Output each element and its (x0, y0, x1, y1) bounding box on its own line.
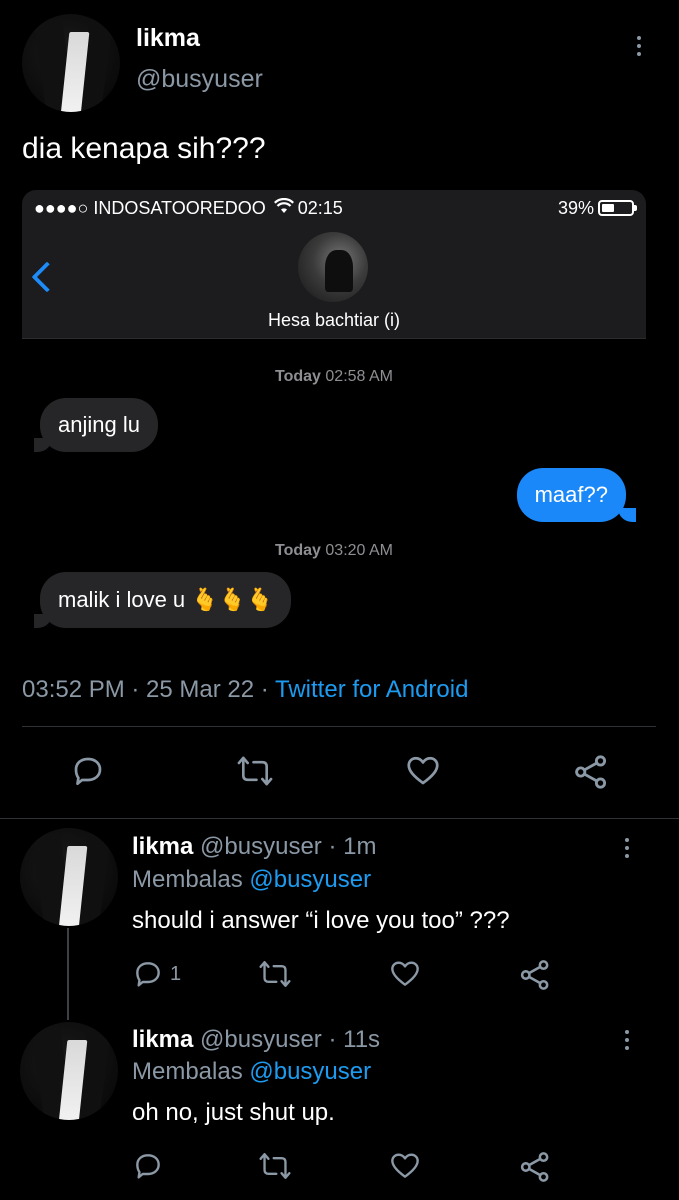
carrier-label: ●●●●○ INDOSATOOREDOO (34, 197, 266, 218)
retweet-button[interactable] (258, 958, 292, 990)
retweet-button[interactable] (258, 1150, 292, 1182)
reply-button[interactable]: 1 (132, 958, 181, 990)
replying-to-label: Membalas (132, 866, 250, 893)
share-button[interactable] (518, 958, 552, 992)
retweet-icon (236, 753, 274, 789)
author-handle[interactable]: @busyuser (136, 65, 263, 94)
heart-icon (388, 958, 422, 990)
reply-icon (70, 753, 106, 789)
more-icon[interactable] (634, 36, 644, 56)
replying-to-handle[interactable]: @busyuser (249, 1058, 371, 1085)
incoming-message-bubble: malik i love u 🫰🫰🫰 (40, 572, 292, 628)
share-button[interactable] (518, 1150, 552, 1184)
reply-count: 1 (170, 962, 182, 985)
contact-avatar[interactable] (298, 232, 368, 302)
replying-to-row: Membalas @busyuser (132, 1058, 371, 1086)
reply-handle-time[interactable]: @busyuser · 11s (200, 1026, 380, 1053)
retweet-icon (258, 1150, 292, 1182)
battery-percent: 39% (557, 197, 594, 218)
tweet-text: dia kenapa sih??? (22, 132, 266, 165)
reply-handle-time[interactable]: @busyuser · 1m (200, 833, 376, 860)
thread-connector-line (67, 928, 69, 1020)
divider (0, 818, 679, 819)
incoming-message-bubble: anjing lu (40, 398, 158, 452)
heart-icon (404, 753, 442, 789)
battery-icon (598, 200, 637, 216)
contact-name[interactable]: Hesa bachtiar (i) (22, 310, 646, 331)
like-button[interactable] (388, 1150, 422, 1182)
tweet-timestamp: 03:52 PM · 25 Mar 22 · (22, 676, 276, 703)
outgoing-message-bubble: maaf?? (516, 468, 626, 522)
message-timestamp: Today 02:58 AM (275, 368, 393, 385)
reply-button[interactable] (70, 753, 106, 789)
replying-to-label: Membalas (132, 1058, 250, 1085)
like-button[interactable] (404, 753, 442, 789)
retweet-icon (258, 958, 292, 990)
reply-header: likma @busyuser · 11s (132, 1026, 380, 1054)
share-button[interactable] (572, 753, 610, 791)
reply-button[interactable] (132, 1150, 170, 1182)
more-icon[interactable] (622, 838, 632, 858)
tweet-media-image[interactable]: ●●●●○ INDOSATOOREDOO 02:15 39% Hesa bach… (22, 190, 646, 650)
clock-label: 02:15 (297, 197, 343, 218)
message-timestamp: Today 03:20 AM (275, 542, 393, 559)
reply-display-name[interactable]: likma (132, 1026, 193, 1053)
back-chevron-icon[interactable] (31, 261, 63, 293)
reply-display-name[interactable]: likma (132, 833, 193, 860)
reply-icon (132, 1150, 164, 1182)
retweet-button[interactable] (236, 753, 274, 789)
reply-author-avatar[interactable] (20, 828, 118, 926)
like-button[interactable] (388, 958, 422, 990)
author-avatar[interactable] (22, 14, 120, 112)
tweet-timestamp-row: 03:52 PM · 25 Mar 22 · Twitter for Andro… (22, 676, 468, 704)
share-icon (518, 958, 552, 992)
wifi-icon (273, 197, 294, 219)
chat-header: Hesa bachtiar (i) (22, 226, 646, 339)
reply-header: likma @busyuser · 1m (132, 833, 376, 861)
divider (22, 726, 656, 727)
reply-text: should i answer “i love you too” ??? (132, 907, 510, 934)
reply-icon (132, 958, 164, 990)
replying-to-row: Membalas @busyuser (132, 866, 371, 894)
reply-author-avatar[interactable] (20, 1022, 118, 1120)
heart-icon (388, 1150, 422, 1182)
share-icon (518, 1150, 552, 1184)
reply-text: oh no, just shut up. (132, 1099, 335, 1126)
share-icon (572, 753, 610, 791)
tweet-source-link[interactable]: Twitter for Android (275, 676, 468, 703)
author-display-name[interactable]: likma (136, 24, 200, 53)
more-icon[interactable] (622, 1030, 632, 1050)
status-bar: ●●●●○ INDOSATOOREDOO 02:15 39% (22, 190, 646, 226)
replying-to-handle[interactable]: @busyuser (249, 866, 371, 893)
